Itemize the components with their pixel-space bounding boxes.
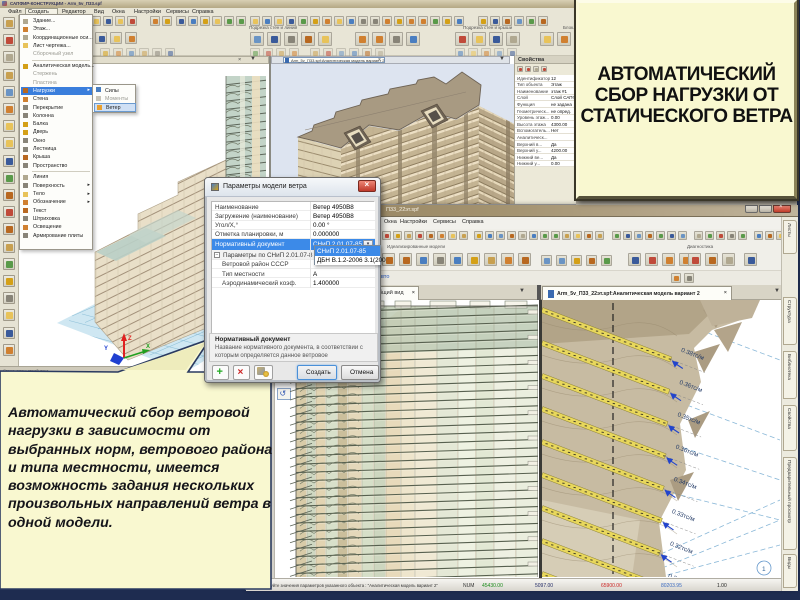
svg-text:0.33тс/м: 0.33тс/м (671, 508, 696, 523)
svg-text:0.35тс/м: 0.35тс/м (676, 411, 701, 426)
svg-text:0.32тс/м: 0.32тс/м (669, 541, 694, 556)
svg-text:0.32тс/м: 0.32тс/м (667, 573, 692, 588)
svg-text:1: 1 (762, 566, 766, 573)
